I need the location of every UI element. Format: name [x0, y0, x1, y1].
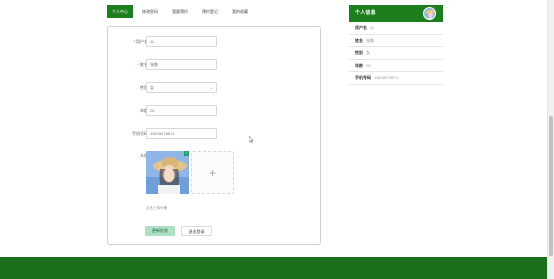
update-info-button[interactable]: 更新信息	[145, 226, 175, 236]
profile-value: 11	[370, 25, 375, 30]
plus-icon: +	[208, 165, 216, 180]
profile-row-gender: 性别女	[349, 47, 443, 60]
upload-avatar-button[interactable]: +	[191, 151, 234, 194]
gender-select[interactable]: 女 ⌄	[146, 82, 217, 93]
page-footer	[0, 257, 547, 279]
profile-header: 个人信息	[349, 5, 443, 22]
profile-summary-card: 个人信息 用户名 11 姓名 张鹏 性别女 年龄 25 手机号码 15678578571	[349, 5, 443, 85]
tab-favorites[interactable]: 我的收藏	[227, 5, 253, 18]
profile-key: 年龄	[355, 62, 363, 68]
age-row: 年龄	[108, 105, 320, 116]
tab-appointment-records[interactable]: 预约登记	[197, 5, 223, 18]
profile-value: 15678578571	[374, 75, 399, 80]
profile-form: *用户名 *姓名 性别 女 ⌄ 年龄 手机号码 头像	[107, 26, 321, 245]
tab-personal-center[interactable]: 个人中心	[107, 5, 133, 18]
tab-bar: 个人中心 修改密码 我要预约 预约登记 我的收藏	[107, 5, 257, 18]
vertical-scrollbar[interactable]	[547, 0, 554, 279]
profile-key: 性别	[355, 50, 363, 55]
profile-value: 25	[366, 62, 371, 68]
profile-row-age: 年龄 25	[349, 60, 443, 72]
chevron-down-icon: ⌄	[209, 85, 213, 90]
tab-make-appointment[interactable]: 我要预约	[167, 5, 193, 18]
avatar-photo	[146, 151, 189, 194]
profile-value: 女	[366, 50, 370, 55]
phone-row: 手机号码	[108, 128, 320, 139]
check-icon: ✓	[184, 151, 189, 156]
avatar-row: 头像 ✓ +	[108, 151, 320, 195]
avatar-thumbnail	[424, 8, 435, 19]
profile-key: 手机号码	[355, 75, 371, 80]
profile-row-username: 用户名 11	[349, 22, 443, 35]
age-field[interactable]	[146, 105, 217, 116]
name-row: *姓名	[108, 59, 320, 70]
profile-row-phone: 手机号码 15678578571	[349, 72, 443, 85]
gender-row: 性别 女 ⌄	[108, 82, 320, 93]
scrollbar-thumb[interactable]	[549, 116, 553, 256]
profile-key: 用户名	[355, 25, 367, 30]
phone-field[interactable]	[146, 128, 217, 139]
name-field[interactable]	[146, 59, 217, 70]
profile-value: 张鹏	[366, 37, 374, 43]
mouse-cursor-icon	[249, 136, 254, 143]
username-field[interactable]	[146, 36, 217, 47]
logout-button[interactable]: 退出登录	[181, 226, 212, 236]
profile-title: 个人信息	[355, 10, 376, 16]
profile-key: 姓名	[355, 37, 363, 43]
upload-hint: 点击上传头像	[146, 206, 167, 210]
username-row: *用户名	[108, 36, 320, 47]
gender-value: 女	[150, 85, 154, 90]
profile-row-name: 姓名 张鹏	[349, 35, 443, 47]
avatar	[423, 7, 436, 20]
avatar-image[interactable]: ✓	[146, 151, 189, 194]
tab-change-password[interactable]: 修改密码	[137, 5, 163, 18]
